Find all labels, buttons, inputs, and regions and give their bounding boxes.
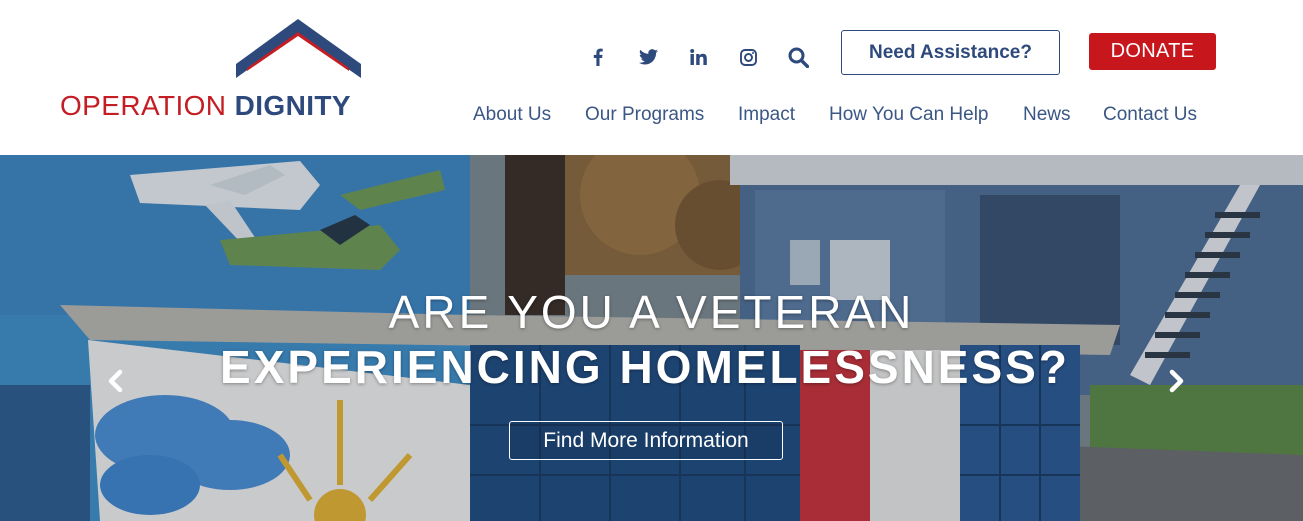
hero-slider: ARE YOU A VETERAN EXPERIENCING HOMELESSN…: [0, 155, 1303, 521]
nav-how-you-can-help[interactable]: How You Can Help: [829, 104, 989, 126]
logo-word-operation: OPERATION: [60, 90, 227, 121]
instagram-icon[interactable]: [737, 44, 759, 70]
nav-impact[interactable]: Impact: [738, 104, 795, 126]
search-icon[interactable]: [786, 44, 810, 70]
find-more-information-button[interactable]: Find More Information: [509, 421, 783, 460]
nav-news[interactable]: News: [1023, 104, 1071, 126]
logo-word-dignity: DIGNITY: [234, 90, 351, 121]
nav-contact-us[interactable]: Contact Us: [1103, 104, 1197, 126]
twitter-icon[interactable]: [636, 44, 660, 70]
facebook-icon[interactable]: [588, 44, 608, 70]
hero-heading-line1: ARE YOU A VETERAN: [388, 286, 915, 338]
logo-wordmark: OPERATION DIGNITY: [60, 90, 351, 122]
nav-about-us[interactable]: About Us: [473, 104, 551, 126]
chevron-right-icon[interactable]: [1164, 367, 1190, 395]
hero-heading-line2: EXPERIENCING HOMELESSNESS?: [220, 341, 1070, 393]
chevron-left-icon[interactable]: [102, 367, 128, 395]
site-header: OPERATION DIGNITY Need Assistance? DONAT…: [0, 0, 1303, 155]
roof-logo-icon: [236, 19, 361, 78]
nav-our-programs[interactable]: Our Programs: [585, 104, 704, 126]
need-assistance-button[interactable]: Need Assistance?: [841, 30, 1060, 75]
linkedin-icon[interactable]: [687, 44, 709, 70]
site-logo[interactable]: OPERATION DIGNITY: [60, 18, 365, 128]
donate-button[interactable]: DONATE: [1089, 33, 1216, 70]
